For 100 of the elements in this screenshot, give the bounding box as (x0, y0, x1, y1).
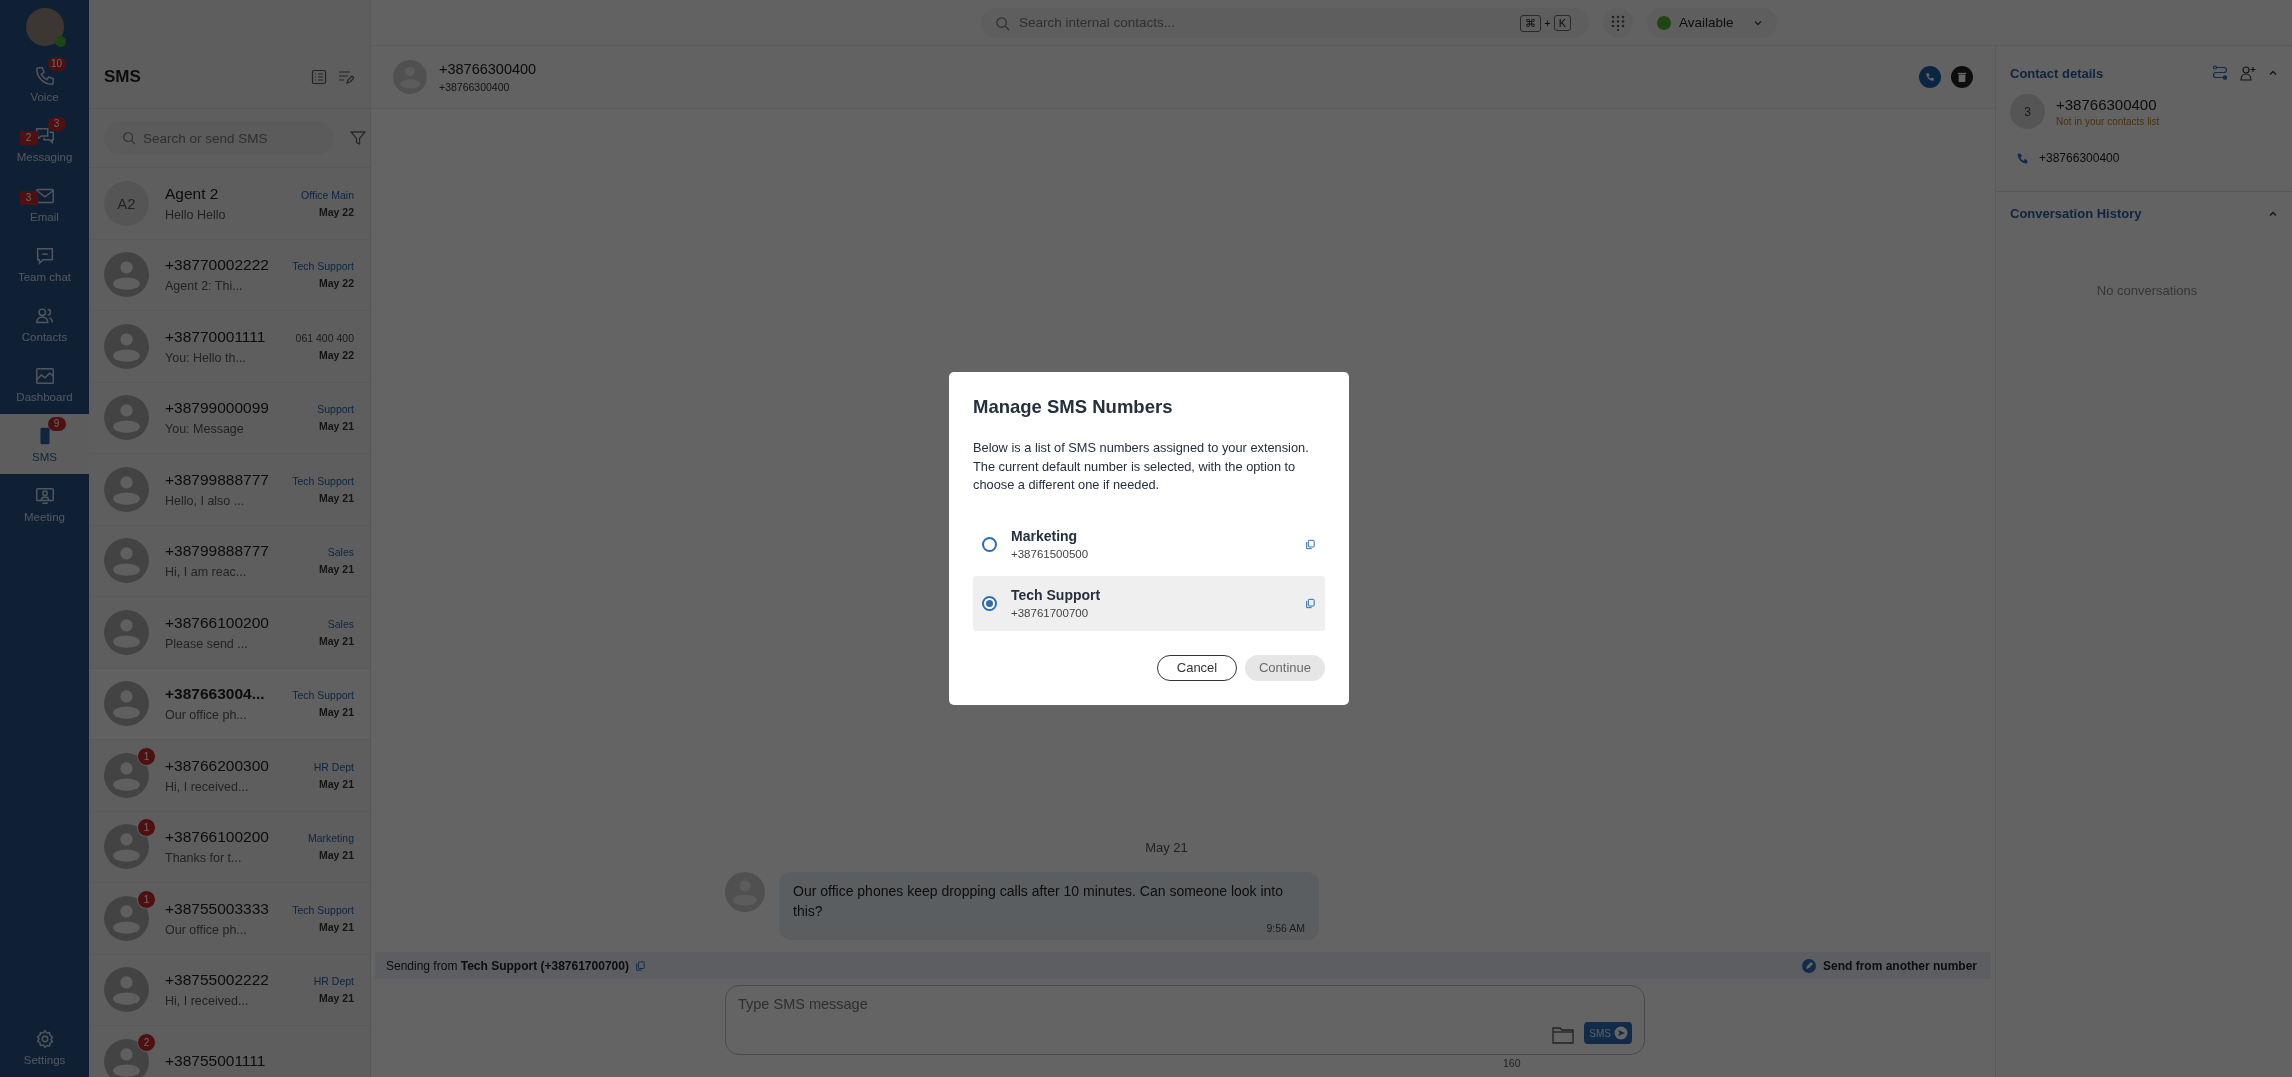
dialog-description: Below is a list of SMS numbers assigned to your extension. The current default number is selected, with the option to choose a different one if needed. (973, 439, 1310, 495)
send-from-another-number-button[interactable]: Send from another number (1802, 958, 1977, 973)
option-name: Tech Support (1011, 587, 1102, 604)
search-icon (995, 15, 1010, 31)
contact-name: +38766300400 (2056, 96, 2158, 113)
option-number: +38761500500 (1011, 548, 1090, 561)
option-name: Marketing (1011, 528, 1079, 545)
number-option[interactable]: Tech Support +38761700700 (973, 575, 1325, 631)
date-label: May 22 (318, 348, 354, 361)
date-label: May 21 (318, 849, 354, 862)
chat-subtitle: +38766300400 (439, 81, 511, 93)
compose-icon[interactable] (338, 69, 354, 85)
route-icon[interactable] (2212, 65, 2228, 81)
contact-avatar: 3 (2010, 94, 2045, 129)
trash-icon (1957, 72, 1967, 82)
radio-button[interactable] (982, 536, 997, 552)
message-preview: Hi, I am reac... (165, 565, 248, 580)
chat-title: +38766300400 (439, 61, 537, 77)
conversation-item[interactable]: +38799000099 You: Message Support May 21 (89, 382, 370, 454)
message-text: Our office phones keep dropping calls after 10 minutes. Can someone look into this? (793, 882, 1285, 921)
date-label: May 21 (318, 706, 354, 719)
line-label: 061 400 400 (295, 331, 354, 344)
nav-item[interactable]: Meeting (0, 474, 89, 534)
message-preview: Our office ph... (165, 922, 248, 937)
conversation-item[interactable]: +38766100200 Please send ... Sales May 21 (89, 597, 370, 669)
folder-icon[interactable] (1552, 1026, 1575, 1044)
date-label: May 21 (318, 563, 354, 576)
contact-name: +38766200300 (165, 756, 270, 775)
count-badge: 3 (19, 191, 38, 205)
radio-button[interactable] (982, 595, 997, 611)
cancel-button[interactable]: Cancel (1157, 654, 1237, 681)
contact-name: Agent 2 (165, 184, 220, 203)
contact-name: +38770001111 (165, 327, 267, 346)
person-avatar-icon (104, 609, 149, 655)
conversation-item[interactable]: 1 +38766200300 Hi, I received... HR Dept May 21 (89, 740, 370, 812)
option-number: +38761700700 (1011, 607, 1090, 620)
user-avatar[interactable] (25, 8, 64, 46)
conversation-item[interactable]: +38755002222 Hi, I received... HR Dept May 21 (89, 954, 370, 1026)
conversation-item[interactable]: +38770001111 You: Hello th... 061 400 400 May 22 (89, 311, 370, 383)
call-button[interactable] (1919, 66, 1941, 88)
copy-icon[interactable] (634, 960, 645, 971)
line-label: Sales (327, 617, 354, 630)
contact-name: +387663004... (165, 685, 266, 704)
line-label: Sales (327, 546, 354, 559)
nav-item[interactable]: Team chat (0, 234, 89, 294)
dialpad-button[interactable] (1603, 7, 1633, 38)
line-label: Office Main (301, 188, 354, 201)
unread-badge: 1 (137, 889, 156, 909)
nav-item[interactable]: 10 Voice (0, 54, 89, 114)
copy-icon[interactable] (1305, 538, 1315, 550)
add-person-icon[interactable] (2240, 65, 2256, 81)
date-label: May 22 (318, 277, 354, 290)
message-preview: Hi, I received... (165, 779, 250, 794)
conversation-item[interactable]: +38770002222 Agent 2: Thi... Tech Support May 22 (89, 239, 370, 311)
conversation-item[interactable]: 1 +38755003333 Our office ph... Tech Support May 21 (89, 883, 370, 955)
person-avatar-icon (104, 967, 149, 1013)
section-title: Contact details (2010, 65, 2104, 81)
message-preview: Hi, I received... (165, 994, 250, 1009)
message-time: 9:56 AM (1266, 922, 1305, 934)
date-label: May 21 (318, 992, 354, 1005)
person-avatar-icon (104, 895, 149, 941)
contact-name: +38799000099 (165, 399, 270, 418)
date-label: May 21 (318, 491, 354, 504)
line-label: Tech Support (292, 260, 354, 273)
delete-button[interactable] (1951, 66, 1973, 88)
message-preview: Hello Hello (165, 207, 227, 222)
message-preview: Thanks for t... (165, 851, 243, 866)
conversation-item[interactable]: 1 +38766100200 Thanks for t... Marketing May 21 (89, 811, 370, 883)
send-sms-button[interactable]: SMS (1584, 1022, 1632, 1044)
phone-icon (33, 65, 56, 87)
nav-item[interactable]: 9 SMS (0, 414, 89, 474)
edit-icon (1802, 958, 1816, 973)
nav-item[interactable]: 3 Email (0, 174, 89, 234)
contact-name: +38755002222 (165, 971, 270, 990)
unread-badge: 1 (137, 818, 156, 838)
phone-number[interactable]: +38766300400 (2039, 151, 2120, 165)
unread-badge: 2 (137, 1032, 156, 1052)
contact-note: Not in your contacts list (2056, 116, 2160, 127)
filter-icon[interactable] (350, 130, 366, 146)
collapse-chevron-icon[interactable] (2268, 68, 2278, 78)
line-label: Support (317, 403, 354, 416)
copy-icon[interactable] (1305, 597, 1315, 609)
status-dropdown[interactable]: Available (1647, 7, 1777, 38)
count-badge: 10 (47, 57, 66, 71)
video-meeting-icon (33, 485, 56, 507)
line-label: Tech Support (292, 689, 354, 702)
list-view-icon[interactable] (311, 69, 327, 85)
conversation-item[interactable]: +38799888777 Hi, I am reac... Sales May 21 (89, 525, 370, 597)
person-avatar-icon (104, 538, 149, 584)
nav-item[interactable]: 3 2 Messaging (0, 114, 89, 174)
count-badge: 3 (47, 117, 66, 131)
number-option[interactable]: Marketing +38761500500 (973, 516, 1325, 572)
message-preview: Our office ph... (165, 708, 248, 723)
conversation-item[interactable]: 2 +38755001111 (89, 1026, 370, 1077)
message-preview: Please send ... (165, 636, 249, 651)
phone-icon (1925, 72, 1935, 82)
section-title: Conversation History (2010, 206, 2142, 221)
person-avatar-icon (104, 824, 149, 870)
panel-title: SMS (104, 67, 142, 87)
key-hint: K (1553, 15, 1571, 31)
